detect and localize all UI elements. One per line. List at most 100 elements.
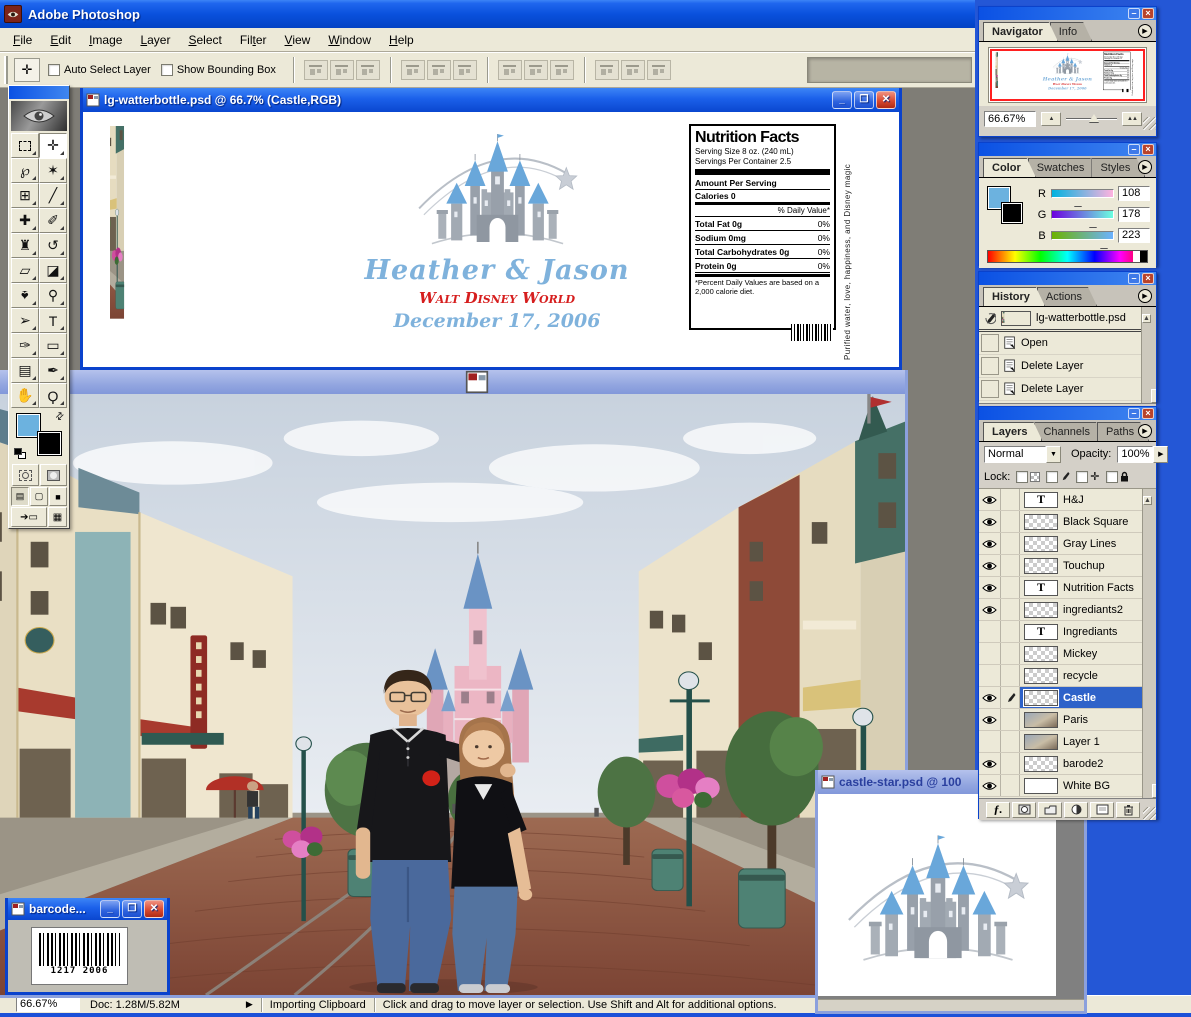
palette-close-button[interactable]: × bbox=[1142, 8, 1154, 19]
align-button[interactable] bbox=[647, 60, 671, 80]
blend-mode-dropdown[interactable]: Normal ▼ bbox=[984, 446, 1061, 463]
slider-thumb[interactable] bbox=[1089, 220, 1097, 227]
label-canvas[interactable]: Heather & Jason Walt Disney World Decemb… bbox=[97, 120, 887, 360]
imageready-button[interactable]: ➔▭ bbox=[11, 507, 47, 527]
pen-tool[interactable]: ✑ bbox=[11, 333, 39, 358]
channel-value[interactable]: 223 bbox=[1118, 228, 1150, 243]
eyedropper-tool[interactable]: ✒ bbox=[39, 358, 67, 383]
status-zoom-field[interactable]: 66.67% bbox=[16, 997, 80, 1012]
zoom-slider-thumb[interactable] bbox=[1089, 114, 1099, 122]
palette-resize-grip[interactable] bbox=[1143, 807, 1156, 820]
close-button[interactable]: ✕ bbox=[144, 900, 164, 918]
default-colors-icon[interactable] bbox=[14, 448, 28, 460]
layer-row-recycle[interactable]: recycle bbox=[979, 665, 1156, 687]
layer-row-nutrition-facts[interactable]: TNutrition Facts bbox=[979, 577, 1156, 599]
shape-tool[interactable]: ▭ bbox=[39, 333, 67, 358]
align-button[interactable] bbox=[595, 60, 619, 80]
history-source-row[interactable]: lg-watterbottle.psd bbox=[979, 307, 1156, 332]
auto-select-layer-checkbox[interactable] bbox=[48, 64, 60, 76]
status-play-icon[interactable]: ▶ bbox=[246, 999, 253, 1010]
path-selection-tool[interactable]: ➢ bbox=[11, 308, 39, 333]
fullscreen-menu-button[interactable]: ▢ bbox=[30, 487, 48, 506]
palette-close-button[interactable]: × bbox=[1142, 273, 1154, 284]
palette-menu-button[interactable]: ▶ bbox=[1138, 424, 1152, 438]
tab-color[interactable]: Color bbox=[983, 158, 1036, 177]
standard-mode-button[interactable] bbox=[12, 464, 39, 486]
history-palette[interactable]: – × HistoryActions▶ lg-watterbottle.psd … bbox=[978, 271, 1157, 402]
layer-visibility-toggle[interactable] bbox=[979, 621, 1001, 642]
options-grip[interactable] bbox=[4, 56, 8, 84]
move-tool[interactable]: ✛ bbox=[39, 133, 67, 158]
align-button[interactable] bbox=[453, 60, 477, 80]
tool-presets-well[interactable] bbox=[807, 57, 972, 83]
lock-transparency-checkbox[interactable] bbox=[1016, 471, 1028, 483]
layer-visibility-toggle[interactable] bbox=[979, 643, 1001, 664]
navigator-zoom-field[interactable]: 66.67% bbox=[984, 111, 1036, 127]
minimize-button[interactable]: _ bbox=[100, 900, 120, 918]
palette-close-button[interactable]: × bbox=[1142, 144, 1154, 155]
brush-tool[interactable]: ✐ bbox=[39, 208, 67, 233]
align-button[interactable] bbox=[356, 60, 380, 80]
eraser-tool[interactable]: ▱ bbox=[11, 258, 39, 283]
menu-image[interactable]: Image bbox=[80, 30, 131, 50]
layer-mask-button[interactable] bbox=[1012, 802, 1036, 818]
lock-transparency[interactable] bbox=[1016, 471, 1040, 483]
palette-title-bar[interactable]: – × bbox=[979, 7, 1156, 20]
castle-doc-canvas[interactable] bbox=[818, 794, 1056, 996]
close-button[interactable]: ✕ bbox=[876, 91, 896, 109]
layer-visibility-toggle[interactable] bbox=[979, 599, 1001, 620]
menu-select[interactable]: Select bbox=[179, 30, 230, 50]
navigator-thumbnail[interactable]: Heather & Jason Walt Disney World Decemb… bbox=[988, 47, 1147, 103]
background-color-swatch[interactable] bbox=[37, 431, 62, 456]
zoom-tool[interactable]: Ϙ bbox=[39, 383, 67, 408]
channel-value[interactable]: 178 bbox=[1118, 207, 1150, 222]
swap-colors-icon[interactable]: ⇄ bbox=[53, 410, 67, 424]
layer-visibility-toggle[interactable] bbox=[979, 753, 1001, 774]
layer-row-gray-lines[interactable]: Gray Lines bbox=[979, 533, 1156, 555]
layer-visibility-toggle[interactable] bbox=[979, 511, 1001, 532]
lock-all-checkbox[interactable] bbox=[1106, 471, 1118, 483]
healing-brush-tool[interactable]: ✚ bbox=[11, 208, 39, 233]
lasso-tool[interactable]: ℘ bbox=[11, 158, 39, 183]
slice-tool[interactable]: ╱ bbox=[39, 183, 67, 208]
lock-all[interactable] bbox=[1106, 471, 1129, 484]
dodge-tool[interactable]: ⚲ bbox=[39, 283, 67, 308]
lock-position-checkbox[interactable] bbox=[1076, 471, 1088, 483]
align-button[interactable] bbox=[498, 60, 522, 80]
opacity-arrow[interactable]: ▶ bbox=[1153, 446, 1168, 463]
slider-thumb[interactable] bbox=[1100, 241, 1108, 248]
palette-close-button[interactable]: × bbox=[1142, 408, 1154, 419]
align-button[interactable] bbox=[427, 60, 451, 80]
layer-row-paris[interactable]: Paris bbox=[979, 709, 1156, 731]
palette-title-bar[interactable]: – × bbox=[979, 143, 1156, 156]
align-button[interactable] bbox=[304, 60, 328, 80]
layer-visibility-toggle[interactable] bbox=[979, 775, 1001, 796]
lock-image[interactable] bbox=[1046, 471, 1070, 484]
layer-visibility-toggle[interactable] bbox=[979, 687, 1001, 708]
new-layer-button[interactable] bbox=[1090, 802, 1114, 818]
menu-layer[interactable]: Layer bbox=[131, 30, 179, 50]
castle-doc-workspace[interactable] bbox=[818, 794, 1084, 1011]
color-palette[interactable]: – × ColorSwatchesStyles▶ R108G178B223 bbox=[978, 142, 1157, 266]
zoom-out-button[interactable]: ▲ bbox=[1041, 112, 1061, 126]
blend-mode-value[interactable]: Normal bbox=[984, 446, 1046, 463]
photo-doc-title-bar[interactable]: _6045-2.JPG @ 25% (RGB) _ ❐ ✕ bbox=[0, 370, 905, 394]
barcode-canvas[interactable]: 1217 2006 bbox=[31, 927, 128, 985]
tab-channels[interactable]: Channels bbox=[1034, 422, 1104, 441]
channel-value[interactable]: 108 bbox=[1118, 186, 1150, 201]
palette-menu-button[interactable]: ▶ bbox=[1138, 160, 1152, 174]
menu-window[interactable]: Window bbox=[319, 30, 380, 50]
tab-swatches[interactable]: Swatches bbox=[1028, 158, 1100, 177]
type-tool[interactable]: T bbox=[39, 308, 67, 333]
palette-minimize-button[interactable]: – bbox=[1128, 8, 1140, 19]
layer-visibility-toggle[interactable] bbox=[979, 533, 1001, 554]
palette-minimize-button[interactable]: – bbox=[1128, 273, 1140, 284]
document-window-barcode[interactable]: barcode... _ ❐ ✕ 1217 2006 bbox=[5, 898, 170, 995]
layers-palette[interactable]: – × LayersChannelsPaths▶ Normal ▼ Opacit… bbox=[978, 406, 1157, 819]
align-button[interactable] bbox=[524, 60, 548, 80]
layer-visibility-toggle[interactable] bbox=[979, 555, 1001, 576]
blend-mode-arrow[interactable]: ▼ bbox=[1046, 446, 1061, 463]
history-scrollbar[interactable]: ▲ ▼ bbox=[1141, 307, 1156, 403]
gradient-tool[interactable]: ◪ bbox=[39, 258, 67, 283]
navigator-palette[interactable]: – × NavigatorInfo▶ Heather & Jason Walt … bbox=[978, 6, 1157, 137]
